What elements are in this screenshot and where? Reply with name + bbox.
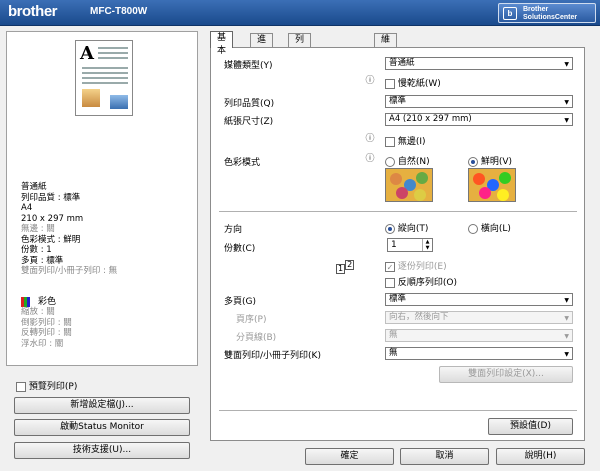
multiple-page-select[interactable]: 標準 — [385, 293, 573, 306]
vivid-radio[interactable]: 鮮明(V) — [468, 154, 512, 167]
collate-checkbox[interactable]: 逐份列印(E) — [385, 259, 447, 272]
copies-label: 份數(C) — [224, 244, 256, 254]
printer-model: MFC-T800W — [90, 6, 148, 17]
media-type-select[interactable]: 普通紙 — [385, 57, 573, 70]
stepper-arrows-icon: ▲ ▼ — [422, 239, 432, 251]
copies-stepper[interactable]: 1 ▲ ▼ — [387, 238, 433, 252]
border-line-select[interactable]: 無 — [385, 329, 573, 342]
info-icon: ⓘ — [365, 154, 375, 164]
color-mode-label: 色彩模式 — [224, 158, 261, 168]
page-order-icon: 12 — [336, 260, 355, 274]
duplex-select[interactable]: 無 — [385, 347, 573, 360]
defaults-button[interactable]: 預設值(D) — [488, 418, 573, 435]
info-icon: ⓘ — [365, 76, 375, 86]
media-type-label: 媒體類型(Y) — [224, 61, 273, 71]
cancel-button[interactable]: 取消 — [400, 448, 489, 465]
landscape-radio[interactable]: 橫向(L) — [468, 221, 511, 234]
separator — [219, 410, 577, 411]
basic-tab-panel: 媒體類型(Y) 普通紙 ⓘ 慢乾紙(W) 列印品質(Q) 標準 紙張尺寸(Z) … — [210, 47, 585, 441]
brand-logo: brother — [8, 3, 58, 20]
print-quality-label: 列印品質(Q) — [224, 99, 275, 109]
ok-button[interactable]: 確定 — [305, 448, 394, 465]
paper-size-select[interactable]: A4 (210 x 297 mm) — [385, 113, 573, 126]
vivid-color-sample — [468, 168, 516, 202]
tab-basic[interactable]: 基本 — [210, 31, 234, 56]
tab-advanced[interactable]: 進階 — [250, 33, 274, 58]
preview-panel: A 普通紙 列印品質 : 標準 A4 210 x 297 mm 無邊 : 關 色… — [6, 31, 198, 366]
solutions-top-text: Brother — [523, 6, 549, 13]
advanced-summary: 縮放 : 關 倒影列印 : 關 反轉列印 : 關 浮水印 : 關 — [21, 307, 72, 349]
settings-summary: 普通紙 列印品質 : 標準 A4 210 x 297 mm 無邊 : 關 色彩模… — [21, 182, 118, 276]
tab-print-profiles[interactable]: 列印設定檔 — [288, 33, 312, 97]
title-banner: brother MFC-T800W b Brother SolutionsCen… — [0, 0, 600, 26]
print-quality-select[interactable]: 標準 — [385, 95, 573, 108]
color-swatch-icon — [21, 296, 30, 307]
duplex-settings-button[interactable]: 雙面列印設定(X)... — [439, 366, 573, 383]
page-order-label: 頁序(P) — [236, 315, 267, 325]
solutions-center-button[interactable]: b Brother SolutionsCenter — [498, 3, 596, 23]
separator — [219, 211, 577, 212]
portrait-radio[interactable]: 縱向(T) — [385, 221, 428, 234]
print-preview-checkbox[interactable]: 預覽列印(P) — [16, 379, 77, 392]
paper-size-label: 紙張尺寸(Z) — [224, 117, 274, 127]
border-line-label: 分頁線(B) — [236, 333, 277, 343]
add-profile-button[interactable]: 新增設定檔(J)... — [14, 397, 190, 414]
info-icon: ⓘ — [365, 134, 375, 144]
borderless-checkbox[interactable]: 無邊(I) — [385, 134, 426, 147]
page-order-select[interactable]: 向右，然後向下 — [385, 311, 573, 324]
natural-radio[interactable]: 自然(N) — [385, 154, 430, 167]
slow-dry-checkbox[interactable]: 慢乾紙(W) — [385, 76, 441, 89]
page-preview-thumbnail: A — [75, 40, 133, 116]
orientation-label: 方向 — [224, 225, 243, 235]
multiple-page-label: 多頁(G) — [224, 297, 256, 307]
tab-maintenance[interactable]: 維護 — [374, 33, 398, 58]
color-indicator: 彩色 — [21, 294, 56, 307]
reverse-order-checkbox[interactable]: 反順序列印(O) — [385, 275, 457, 288]
support-button[interactable]: 技術支援(U)... — [14, 442, 190, 459]
help-button[interactable]: 說明(H) — [496, 448, 585, 465]
status-monitor-button[interactable]: 啟動Status Monitor — [14, 419, 190, 436]
solutions-bottom-text: SolutionsCenter — [523, 14, 578, 21]
duplex-label: 雙面列印/小冊子列印(K) — [224, 351, 321, 361]
solutions-center-icon: b — [503, 7, 517, 20]
natural-color-sample — [385, 168, 433, 202]
